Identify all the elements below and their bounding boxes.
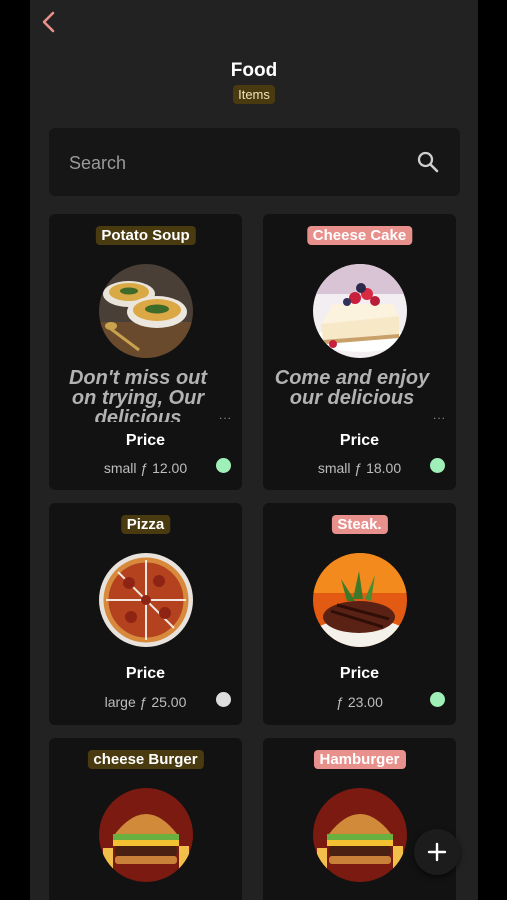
- back-button[interactable]: [33, 6, 65, 38]
- plus-icon: [427, 842, 447, 862]
- item-name-badge: Cheese Cake: [306, 226, 413, 245]
- item-description: Come and enjoy our delicious: [274, 368, 430, 409]
- item-name-badge: cheese Burger: [87, 750, 204, 769]
- price-value: small ƒ 18.00: [317, 460, 402, 476]
- screen: Food Items Search Potato Soup Don't miss…: [30, 0, 478, 900]
- more-dots[interactable]: ...: [219, 408, 232, 422]
- item-name-badge: Pizza: [120, 515, 171, 534]
- availability-dot: [216, 692, 231, 707]
- availability-dot: [216, 458, 231, 473]
- price-label: Price: [339, 432, 380, 449]
- availability-dot: [430, 692, 445, 707]
- price-label: Price: [339, 665, 380, 682]
- cheese-cake-photo: [312, 264, 407, 358]
- item-name-badge: Hamburger: [313, 750, 406, 769]
- price-label: Price: [125, 432, 166, 449]
- price-value: large ƒ 25.00: [104, 694, 187, 710]
- page-subtitle-badge: Items: [233, 85, 275, 104]
- search-icon[interactable]: [416, 150, 440, 174]
- food-card-cheese-cake[interactable]: Cheese Cake Come and enjoy our delicious…: [263, 214, 456, 490]
- price-value: ƒ 23.00: [336, 694, 383, 710]
- food-card-steak[interactable]: Steak. Price ƒ 23.00: [263, 503, 456, 725]
- more-dots[interactable]: ...: [433, 408, 446, 422]
- page-title: Food: [230, 60, 278, 81]
- item-name-badge: Potato Soup: [95, 226, 196, 245]
- steak-photo: [312, 553, 407, 647]
- price-label: Price: [125, 665, 166, 682]
- add-item-button[interactable]: [414, 829, 460, 875]
- item-description: Don't miss out on trying, Our delicious: [68, 368, 208, 422]
- chevron-left-icon: [42, 11, 55, 33]
- search-bar[interactable]: Search: [49, 128, 460, 196]
- food-card-potato-soup[interactable]: Potato Soup Don't miss out on trying, Ou…: [49, 214, 242, 490]
- price-value: small ƒ 12.00: [103, 460, 188, 476]
- potato-soup-photo: [98, 264, 193, 358]
- item-name-badge: Steak.: [331, 515, 388, 534]
- food-card-pizza[interactable]: Pizza Price large ƒ 25.00: [49, 503, 242, 725]
- cheese-burger-photo: [98, 788, 193, 882]
- food-card-cheese-burger[interactable]: cheese Burger: [49, 738, 242, 900]
- search-input[interactable]: Search: [69, 153, 126, 174]
- hamburger-photo: [312, 788, 407, 882]
- pizza-photo: [98, 553, 193, 647]
- food-card-hamburger[interactable]: Hamburger: [263, 738, 456, 900]
- availability-dot: [430, 458, 445, 473]
